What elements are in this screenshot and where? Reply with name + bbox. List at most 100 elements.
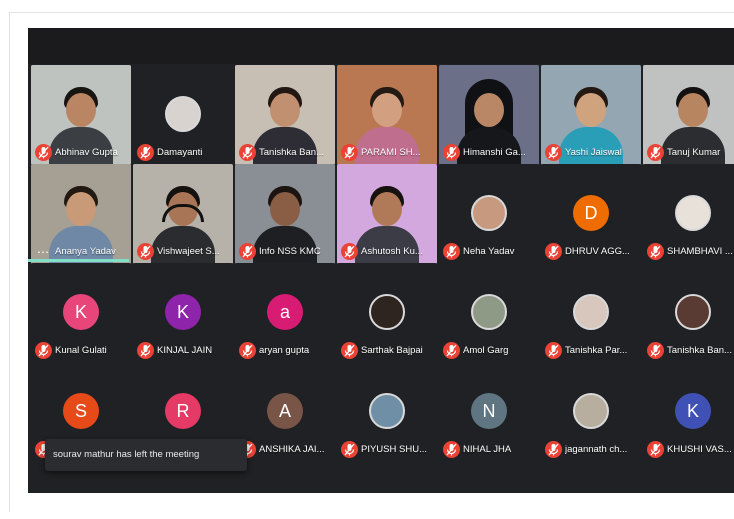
mic-muted-icon bbox=[443, 441, 460, 458]
mic-muted-icon bbox=[239, 243, 256, 260]
mic-muted-icon bbox=[443, 342, 460, 359]
mic-muted-icon bbox=[545, 243, 562, 260]
participant-face bbox=[270, 93, 300, 127]
participant-name: Abhinav Gupta bbox=[55, 147, 118, 158]
initial-avatar: S bbox=[63, 393, 99, 429]
participant-name: Amol Garg bbox=[463, 345, 509, 356]
participant-grid: Abhinav Gupta Damayanti Tanishka Ban... PAR… bbox=[28, 64, 734, 484]
more-options-icon[interactable]: ⋯ bbox=[37, 245, 50, 259]
participant-name: Kunal Gulati bbox=[55, 345, 107, 356]
profile-photo-avatar bbox=[675, 294, 711, 330]
participant-tile[interactable]: Info NSS KMC bbox=[235, 164, 335, 264]
participant-tile[interactable]: K KHUSHI VAS... bbox=[643, 362, 734, 462]
participant-name: PARAMI SH... bbox=[361, 147, 421, 158]
participant-tile[interactable]: Himanshi Ga... bbox=[439, 65, 539, 165]
participant-tile[interactable]: SHAMBHAVI ... bbox=[643, 164, 734, 264]
mic-muted-icon bbox=[35, 144, 52, 161]
active-speaker-indicator bbox=[28, 259, 129, 262]
mic-muted-icon bbox=[647, 144, 664, 161]
mic-muted-icon bbox=[341, 144, 358, 161]
mic-muted-icon bbox=[341, 342, 358, 359]
profile-photo-avatar bbox=[369, 294, 405, 330]
participant-name: jagannath ch... bbox=[565, 444, 628, 455]
initial-avatar: K bbox=[63, 294, 99, 330]
participant-face bbox=[678, 93, 708, 127]
toast-message: sourav mathur has left the meeting bbox=[53, 449, 200, 460]
participant-face bbox=[372, 192, 402, 226]
participant-tile[interactable]: Sarthak Bajpai bbox=[337, 263, 437, 363]
participant-tile[interactable]: Vishwajeet S... bbox=[133, 164, 233, 264]
initial-avatar: K bbox=[675, 393, 711, 429]
initial-avatar: R bbox=[165, 393, 201, 429]
participant-tile[interactable]: A ANSHIKA JAI... bbox=[235, 362, 335, 462]
meeting-top-bar bbox=[28, 28, 734, 64]
participant-name: Yashi Jaiswal bbox=[565, 147, 622, 158]
participant-tile[interactable]: D DHRUV AGG... bbox=[541, 164, 641, 264]
participant-name: Ananya Yadav bbox=[55, 246, 116, 257]
mic-muted-icon bbox=[239, 144, 256, 161]
profile-photo-avatar bbox=[573, 294, 609, 330]
mic-muted-icon bbox=[545, 144, 562, 161]
participant-tile[interactable]: N NIHAL JHA bbox=[439, 362, 539, 462]
participant-name: Ashutosh Ku... bbox=[361, 246, 423, 257]
participant-face bbox=[576, 93, 606, 127]
participant-tile[interactable]: Tanishka Ban... bbox=[235, 65, 335, 165]
participant-name: KHUSHI VAS... bbox=[667, 444, 732, 455]
mic-muted-icon bbox=[545, 342, 562, 359]
participant-name: Himanshi Ga... bbox=[463, 147, 526, 158]
participant-tile[interactable]: ⋯ Ananya Yadav bbox=[31, 164, 131, 264]
participant-tile[interactable]: Amol Garg bbox=[439, 263, 539, 363]
participant-face bbox=[270, 192, 300, 226]
mic-muted-icon bbox=[35, 342, 52, 359]
participant-tile[interactable]: Damayanti bbox=[133, 65, 233, 165]
screenshot-border-top bbox=[9, 12, 734, 13]
participant-tile[interactable]: Tanishka Par... bbox=[541, 263, 641, 363]
participant-tile[interactable]: Tanishka Ban... bbox=[643, 263, 734, 363]
profile-photo-avatar bbox=[369, 393, 405, 429]
profile-photo-avatar bbox=[675, 195, 711, 231]
mic-muted-icon bbox=[137, 243, 154, 260]
participant-tile[interactable]: K Kunal Gulati bbox=[31, 263, 131, 363]
participant-tile[interactable]: K KINJAL JAIN bbox=[133, 263, 233, 363]
mic-muted-icon bbox=[647, 243, 664, 260]
participant-name: aryan gupta bbox=[259, 345, 310, 356]
participant-tile[interactable]: jagannath ch... bbox=[541, 362, 641, 462]
participant-tile[interactable]: PIYUSH SHU... bbox=[337, 362, 437, 462]
mic-muted-icon bbox=[647, 441, 664, 458]
participant-tile[interactable]: Tanuj Kumar bbox=[643, 65, 734, 165]
participant-face bbox=[66, 192, 96, 226]
participant-name: Tanishka Ban... bbox=[667, 345, 732, 356]
mic-muted-icon bbox=[137, 144, 154, 161]
meeting-window: Abhinav Gupta Damayanti Tanishka Ban... PAR… bbox=[28, 28, 734, 493]
participant-tile[interactable]: Neha Yadav bbox=[439, 164, 539, 264]
participant-name: Damayanti bbox=[157, 147, 203, 158]
mic-muted-icon bbox=[545, 441, 562, 458]
participant-name: Info NSS KMC bbox=[259, 246, 321, 257]
mic-muted-icon bbox=[341, 441, 358, 458]
profile-photo-avatar bbox=[165, 96, 201, 132]
participant-name: Vishwajeet S... bbox=[157, 246, 220, 257]
participant-name: KINJAL JAIN bbox=[157, 345, 213, 356]
participant-name: Tanuj Kumar bbox=[667, 147, 721, 158]
participant-tile[interactable]: Yashi Jaiswal bbox=[541, 65, 641, 165]
participant-name: ANSHIKA JAI... bbox=[259, 444, 325, 455]
participant-face bbox=[372, 93, 402, 127]
participant-name: NIHAL JHA bbox=[463, 444, 512, 455]
initial-avatar: A bbox=[267, 393, 303, 429]
profile-photo-avatar bbox=[471, 195, 507, 231]
initial-avatar: N bbox=[471, 393, 507, 429]
participant-tile[interactable]: PARAMI SH... bbox=[337, 65, 437, 165]
profile-photo-avatar bbox=[573, 393, 609, 429]
participant-name: Tanishka Par... bbox=[565, 345, 628, 356]
participant-tile[interactable]: Ashutosh Ku... bbox=[337, 164, 437, 264]
left-meeting-toast: sourav mathur has left the meeting bbox=[45, 439, 247, 471]
participant-tile[interactable]: Abhinav Gupta bbox=[31, 65, 131, 165]
mic-muted-icon bbox=[443, 243, 460, 260]
screenshot-border-left bbox=[9, 12, 10, 512]
participant-name: DHRUV AGG... bbox=[565, 246, 630, 257]
initial-avatar: D bbox=[573, 195, 609, 231]
participant-name: SHAMBHAVI ... bbox=[667, 246, 733, 257]
participant-tile[interactable]: a aryan gupta bbox=[235, 263, 335, 363]
mic-muted-icon bbox=[647, 342, 664, 359]
mic-muted-icon bbox=[239, 342, 256, 359]
